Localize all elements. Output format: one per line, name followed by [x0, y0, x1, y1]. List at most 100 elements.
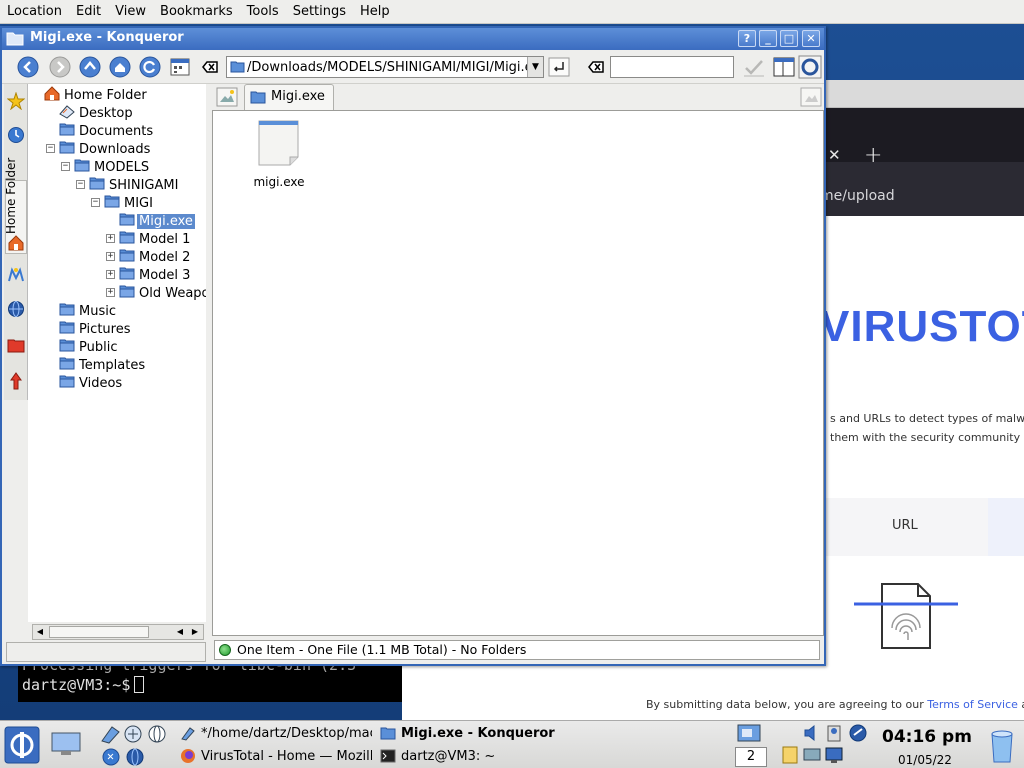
tree-item[interactable]: Model 2 — [119, 248, 192, 266]
expand-icon[interactable]: + — [106, 270, 115, 279]
network-globe-icon[interactable] — [7, 300, 25, 318]
tree-item[interactable]: Templates — [59, 356, 147, 374]
close-button[interactable]: ✕ — [802, 30, 820, 47]
task-terminal[interactable]: dartz@VM3: ~ — [380, 745, 560, 767]
scroll-left-icon[interactable]: ◀ — [33, 626, 47, 638]
location-bar[interactable]: ▼ — [226, 56, 544, 78]
new-tab-icon[interactable] — [216, 87, 238, 107]
tree-item[interactable]: MIGI — [104, 194, 155, 212]
clock-time[interactable]: 04:16 pm — [882, 727, 972, 747]
media-icon[interactable] — [7, 266, 25, 284]
tree-item[interactable]: Desktop — [59, 104, 135, 122]
file-view[interactable]: migi.exe — [212, 110, 824, 636]
notes-icon[interactable] — [780, 745, 800, 765]
show-desktop-icon[interactable] — [50, 731, 82, 757]
task-kate[interactable]: */home/dartz/Desktop/macsi — [180, 722, 372, 744]
back-icon[interactable] — [16, 55, 40, 79]
menu-location[interactable]: Location — [0, 1, 69, 23]
terms-of-service-link[interactable]: Terms of Service — [927, 698, 1018, 711]
menu-edit[interactable]: Edit — [69, 1, 108, 23]
file-name[interactable]: migi.exe — [249, 175, 309, 189]
split-view-icon[interactable] — [772, 55, 796, 79]
location-input[interactable] — [247, 58, 527, 76]
tree-item[interactable]: Music — [59, 302, 118, 320]
tree-item[interactable]: SHINIGAMI — [89, 176, 180, 194]
forward-icon[interactable] — [48, 55, 72, 79]
reload-icon[interactable] — [138, 55, 162, 79]
menu-settings[interactable]: Settings — [286, 1, 353, 23]
scrollbar-thumb[interactable] — [49, 626, 149, 638]
tree-item[interactable]: Downloads — [59, 140, 152, 158]
volume-icon[interactable] — [802, 723, 822, 743]
checkmark-icon[interactable] — [742, 55, 766, 79]
minimize-button[interactable]: _ — [759, 30, 777, 47]
tree-item[interactable]: Old Weapon S — [119, 284, 206, 302]
up-icon[interactable] — [78, 55, 102, 79]
scroll-left-icon[interactable]: ◀ — [173, 626, 187, 638]
home-icon[interactable] — [108, 55, 132, 79]
help-button[interactable]: ? — [738, 30, 756, 47]
url-tab[interactable]: URL — [892, 518, 918, 533]
kate-launcher-icon[interactable] — [100, 724, 122, 744]
help-launcher-icon[interactable] — [100, 747, 122, 767]
tree-item[interactable]: Model 3 — [119, 266, 192, 284]
clock-date[interactable]: 01/05/22 — [898, 753, 952, 767]
maximize-button[interactable]: □ — [780, 30, 798, 47]
browser-window[interactable]: ✕ + me/upload VIRUSTOT s and URLs to det… — [820, 80, 1024, 720]
tree-item[interactable]: Home Folder — [44, 86, 149, 104]
collapse-icon[interactable]: − — [91, 198, 100, 207]
expand-icon[interactable]: + — [106, 252, 115, 261]
menu-help[interactable]: Help — [353, 1, 397, 23]
browser-launcher-icon[interactable] — [146, 724, 168, 744]
search-tab[interactable] — [988, 498, 1024, 556]
file-item[interactable]: migi.exe — [249, 119, 309, 189]
display-icon[interactable] — [824, 745, 844, 765]
tree-horizontal-scrollbar[interactable]: ◀ ◀ ▶ — [32, 624, 204, 640]
tree-item[interactable]: Pictures — [59, 320, 132, 338]
kde-menu-icon[interactable] — [4, 726, 40, 764]
tree-item[interactable]: Migi.exe — [119, 212, 195, 230]
close-tab-icon[interactable] — [800, 87, 822, 107]
chevron-down-icon[interactable]: ▼ — [527, 57, 543, 77]
view-mode-icon[interactable] — [168, 55, 192, 79]
task-konqueror[interactable]: Migi.exe - Konqueror — [380, 722, 560, 744]
tree-item[interactable]: Documents — [59, 122, 155, 140]
tree-item[interactable]: Public — [59, 338, 119, 356]
network-launcher-icon[interactable] — [124, 747, 146, 767]
menu-view[interactable]: View — [108, 1, 153, 23]
tree-item[interactable]: MODELS — [74, 158, 151, 176]
terminal-prompt[interactable]: dartz@VM3:~$ — [22, 676, 145, 694]
browser-url-text[interactable]: me/upload — [820, 188, 895, 204]
collapse-icon[interactable]: − — [61, 162, 70, 171]
go-icon[interactable] — [548, 57, 570, 77]
tree-item[interactable]: Model 1 — [119, 230, 192, 248]
tree-item[interactable]: Videos — [59, 374, 124, 392]
klipper-icon[interactable] — [824, 723, 844, 743]
tab-migi-exe[interactable]: Migi.exe — [244, 84, 334, 110]
virtual-desktop-pager[interactable]: 2 — [735, 747, 767, 767]
bookmarks-star-icon[interactable] — [7, 92, 25, 110]
expand-icon[interactable]: + — [106, 234, 115, 243]
menu-bookmarks[interactable]: Bookmarks — [153, 1, 240, 23]
collapse-icon[interactable]: − — [76, 180, 85, 189]
expand-icon[interactable]: + — [106, 288, 115, 297]
konqueror-launcher-icon[interactable] — [122, 724, 144, 744]
root-folder-icon[interactable] — [7, 336, 25, 354]
folder-tree[interactable]: Home Folder Desktop Documents Downloads − MOD… — [28, 84, 206, 622]
network-status-icon[interactable] — [802, 745, 822, 765]
task-firefox[interactable]: VirusTotal - Home — Mozilla — [180, 745, 372, 767]
trash-icon[interactable] — [988, 726, 1016, 764]
fingerprint-file-icon[interactable] — [850, 580, 960, 652]
scroll-right-icon[interactable]: ▶ — [188, 626, 202, 638]
search-input[interactable] — [610, 56, 734, 78]
history-clock-icon[interactable] — [7, 126, 25, 144]
pager-desktop-icon[interactable] — [736, 723, 762, 745]
menu-tools[interactable]: Tools — [240, 1, 286, 23]
home-icon[interactable] — [7, 234, 25, 252]
clear-search-icon[interactable] — [584, 55, 608, 79]
services-icon[interactable] — [7, 372, 25, 390]
collapse-icon[interactable]: − — [46, 144, 55, 153]
clear-location-icon[interactable] — [198, 55, 222, 79]
update-notifier-icon[interactable] — [848, 723, 868, 743]
window-titlebar[interactable]: Migi.exe - Konqueror ? _ □ ✕ — [2, 28, 824, 50]
